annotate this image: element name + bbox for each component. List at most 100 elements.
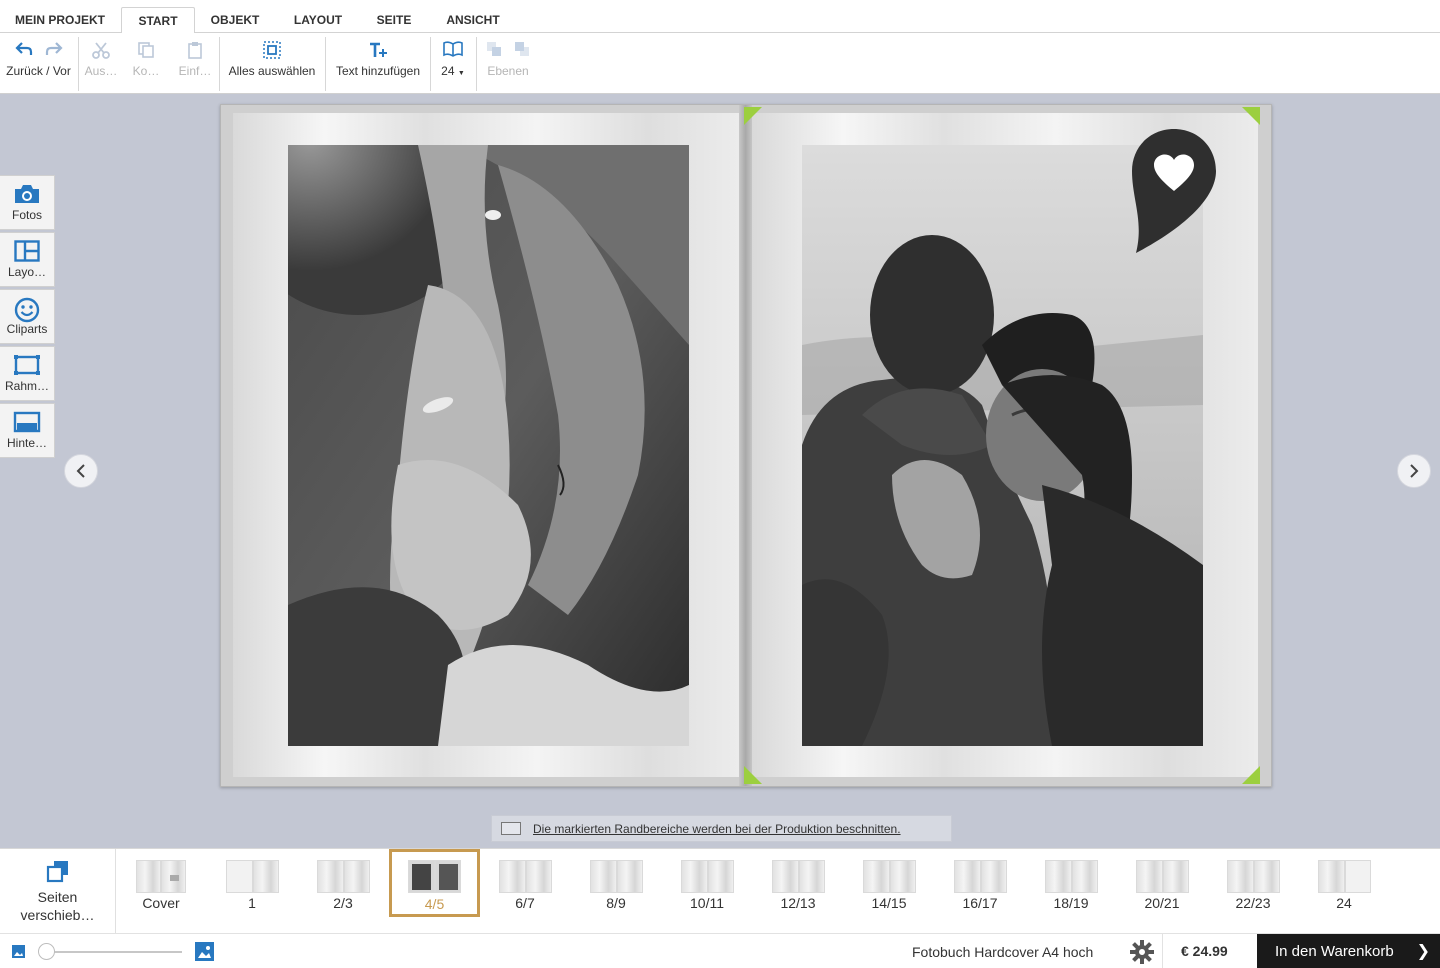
caret-down-icon: ▼ [457, 70, 465, 77]
reorder-pages-icon [46, 861, 68, 883]
page-thumb-22-23[interactable]: 22/23 [1208, 849, 1298, 917]
page-thumb-label: 18/19 [1053, 895, 1089, 911]
toolbar-divider [78, 37, 79, 91]
page-thumb-4-5[interactable]: 4/5 [389, 849, 480, 917]
sidebar-item-label: Rahm… [4, 379, 49, 393]
crop-notice-text[interactable]: Die markierten Randbereiche werden bei d… [533, 822, 901, 836]
chevron-left-icon [76, 464, 85, 478]
page-count-label: 24 [441, 64, 455, 78]
crop-marker [1242, 107, 1260, 125]
price: € 24.99 [1162, 934, 1257, 968]
add-text-icon [370, 42, 387, 57]
sidebar-item-rahmen[interactable]: Rahm… [0, 346, 55, 401]
page-thumb-16-17[interactable]: 16/17 [935, 849, 1025, 917]
page-thumb-label: 6/7 [515, 895, 535, 911]
cut-label: Aus… [84, 64, 118, 78]
page-thumb-label: 16/17 [962, 895, 998, 911]
tab-seite[interactable]: SEITE [369, 7, 419, 33]
paste-button[interactable]: Einf… [176, 33, 214, 93]
photo-hands[interactable] [288, 145, 689, 746]
cut-button[interactable]: Aus… [82, 33, 120, 93]
select-all-icon [263, 41, 281, 59]
page-thumb-1[interactable]: 1 [207, 849, 297, 917]
page-thumb-14-15[interactable]: 14/15 [844, 849, 934, 917]
undo-redo-label: Zurück / Vor [6, 64, 71, 78]
crop-area-legend-icon [501, 822, 521, 835]
zoom-slider-track[interactable] [42, 951, 182, 953]
background-icon [13, 411, 41, 433]
page-thumb-10-11[interactable]: 10/11 [662, 849, 752, 917]
undo-redo-group: Zurück / Vor [0, 33, 77, 93]
tab-start[interactable]: START [121, 7, 195, 34]
camera-icon [15, 185, 39, 203]
chevron-right-icon [1410, 464, 1419, 478]
add-to-cart-label: In den Warenkorb [1275, 943, 1394, 960]
redo-icon[interactable] [45, 41, 63, 57]
page-thumb-8-9[interactable]: 8/9 [571, 849, 661, 917]
location-heart-clipart[interactable] [1132, 129, 1216, 253]
add-text-button[interactable]: Text hinzufügen [330, 33, 426, 93]
photo-book-spread[interactable] [220, 104, 1272, 787]
tab-objekt[interactable]: OBJEKT [203, 7, 267, 33]
select-all-button[interactable]: Alles auswählen [224, 33, 320, 93]
thumb-photo [438, 864, 458, 890]
page-thumb-24[interactable]: 24 [1299, 849, 1389, 917]
page-thumb-label: 8/9 [606, 895, 626, 911]
sidebar-item-label: Cliparts [6, 322, 48, 336]
menu-bar: MEIN PROJEKT START OBJEKT LAYOUT SEITE A… [0, 0, 1440, 34]
layers-group[interactable]: Ebenen [482, 33, 534, 93]
scissors-icon [92, 42, 110, 59]
book-spine [739, 105, 752, 786]
crop-notice: Die markierten Randbereiche werden bei d… [491, 815, 952, 842]
chevron-right-icon: ❯ [1416, 943, 1430, 960]
thumb-photo [412, 864, 431, 890]
frame-icon [14, 355, 40, 375]
crop-marker [1242, 766, 1260, 784]
reorder-pages-label: Seiten verschieb… [20, 889, 95, 923]
product-name: Fotobuch Hardcover A4 hoch [912, 944, 1094, 960]
sidebar-item-layouts[interactable]: Layo… [0, 232, 55, 287]
sidebar-item-hintergrund[interactable]: Hinte… [0, 403, 55, 458]
page-thumb-label: 22/23 [1235, 895, 1271, 911]
zoom-slider-handle[interactable] [38, 943, 55, 960]
add-text-label: Text hinzufügen [335, 64, 421, 78]
page-thumb-12-13[interactable]: 12/13 [753, 849, 843, 917]
sidebar-item-label: Layo… [7, 265, 47, 279]
layout-icon [14, 240, 40, 262]
page-5[interactable] [752, 113, 1258, 777]
page-thumb-18-19[interactable]: 18/19 [1026, 849, 1116, 917]
undo-icon[interactable] [14, 41, 33, 57]
gear-icon[interactable] [1130, 940, 1154, 964]
zoom-out-image-icon[interactable] [12, 945, 25, 958]
tab-ansicht[interactable]: ANSICHT [439, 7, 507, 33]
layer-backward-icon [515, 42, 529, 56]
paste-icon [188, 42, 202, 59]
reorder-pages-button[interactable]: Seiten verschieb… [0, 849, 116, 934]
next-page-button[interactable] [1397, 454, 1431, 488]
page-thumb-20-21[interactable]: 20/21 [1117, 849, 1207, 917]
sidebar-item-label: Hinte… [6, 436, 47, 450]
page-thumb-6-7[interactable]: 6/7 [480, 849, 570, 917]
toolbar: Zurück / Vor Aus… Ko… Einf… Alles auswäh… [0, 33, 1440, 94]
toolbar-divider [430, 37, 431, 91]
add-to-cart-button[interactable]: In den Warenkorb ❯ [1257, 934, 1440, 968]
page-count-dropdown[interactable]: 24 ▼ [434, 33, 472, 93]
page-4[interactable] [233, 113, 739, 777]
page-thumb-label: 14/15 [871, 895, 907, 911]
sidebar-item-cliparts[interactable]: Cliparts [0, 289, 55, 344]
sidebar-item-fotos[interactable]: Fotos [0, 175, 55, 230]
status-bar: Fotobuch Hardcover A4 hoch € 24.99 In de… [0, 933, 1440, 968]
page-thumb-2-3[interactable]: 2/3 [298, 849, 388, 917]
zoom-in-image-icon[interactable] [195, 942, 214, 961]
tab-mein-projekt[interactable]: MEIN PROJEKT [6, 7, 114, 33]
tab-layout[interactable]: LAYOUT [285, 7, 351, 33]
page-thumb-label: 4/5 [424, 896, 445, 912]
page-thumb-cover[interactable]: Cover [116, 849, 206, 917]
previous-page-button[interactable] [64, 454, 98, 488]
toolbar-divider [219, 37, 220, 91]
copy-button[interactable]: Ko… [128, 33, 164, 93]
copy-icon [138, 42, 154, 58]
layer-forward-icon [487, 42, 501, 56]
paste-label: Einf… [178, 64, 212, 78]
sidebar-item-label: Fotos [11, 208, 42, 222]
